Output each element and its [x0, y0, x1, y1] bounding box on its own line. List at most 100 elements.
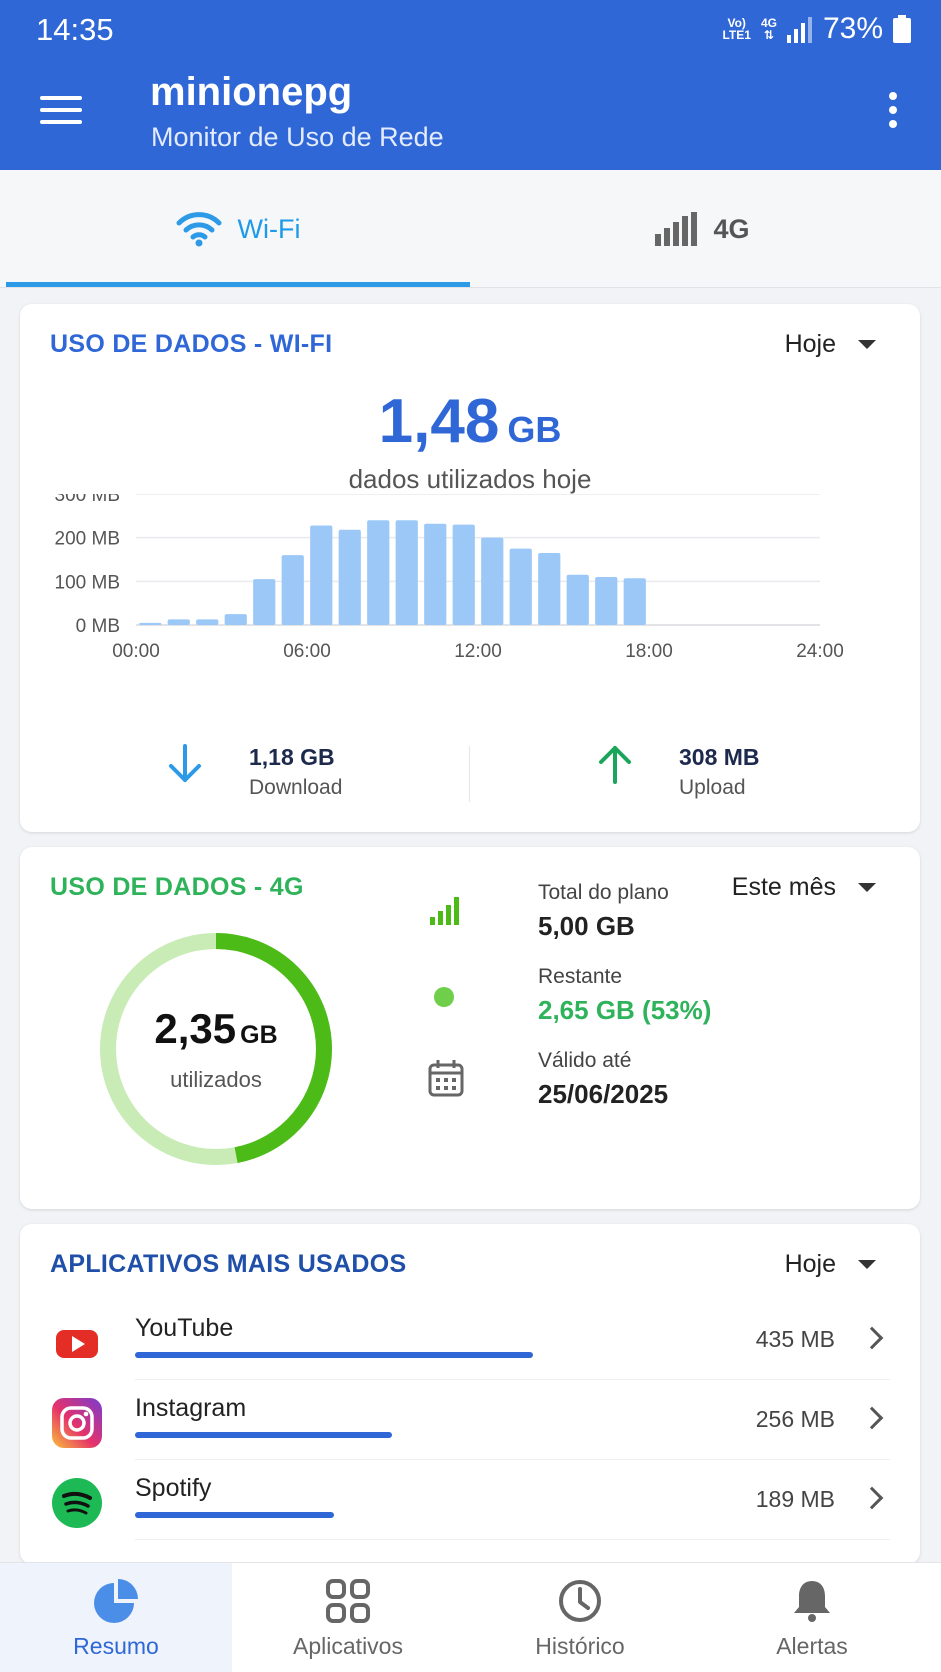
- nav-resumo[interactable]: Resumo: [0, 1563, 232, 1672]
- wifi-period-label: Hoje: [784, 330, 836, 358]
- x-tick-label: 06:00: [283, 641, 331, 662]
- nav-historico[interactable]: Histórico: [464, 1563, 696, 1672]
- y-tick-label: 100 MB: [55, 572, 120, 593]
- caret-down-icon: [858, 1260, 876, 1269]
- status-bar: 14:35 Vo) LTE1 4G ⇅ 73%: [0, 0, 941, 60]
- calendar-icon: [428, 1060, 464, 1097]
- app-size: 256 MB: [755, 1406, 835, 1432]
- tab-wifi-label: Wi-Fi: [237, 213, 301, 244]
- signal-bars-icon: [655, 212, 698, 246]
- active-tab-indicator: [6, 282, 470, 287]
- wifi-usage-card: USO DE DADOS - WI-FI Hoje 1,48 GB dados u…: [20, 304, 920, 832]
- youtube-icon: [56, 1330, 98, 1358]
- valid-until-label: Válido até: [538, 1049, 632, 1072]
- nav-label: Aplicativos: [293, 1633, 403, 1659]
- transfer-summary: 1,18 GB Download 308 MB Upload: [20, 724, 920, 814]
- chart-bar: [538, 552, 561, 625]
- app-subtitle: Monitor de Uso de Rede: [151, 122, 444, 152]
- upload-value: 308 MB: [679, 744, 760, 770]
- nav-aplicativos[interactable]: Aplicativos: [232, 1563, 464, 1672]
- tab-wifi[interactable]: Wi-Fi: [6, 170, 470, 288]
- lte-label: LTE1: [722, 28, 751, 42]
- app-usage-bar: [135, 1512, 334, 1518]
- chart-bar: [452, 524, 475, 625]
- nav-alertas[interactable]: Alertas: [696, 1563, 928, 1672]
- app-usage-bar: [135, 1432, 393, 1438]
- menu-icon[interactable]: [40, 96, 82, 126]
- chart-bar: [367, 520, 390, 625]
- status-icons: Vo) LTE1 4G ⇅ 73%: [722, 12, 911, 46]
- plan-total-label: Total do plano: [538, 881, 669, 904]
- app-row-instagram[interactable]: Instagram 256 MB: [20, 1380, 920, 1460]
- network-tabs: Wi-Fi 4G: [0, 170, 941, 288]
- battery-icon: [893, 15, 911, 43]
- remaining-value: 2,65 GB (53%): [538, 995, 712, 1025]
- tab-4g-label: 4G: [713, 213, 750, 244]
- apps-period-dropdown[interactable]: Hoje: [785, 1250, 876, 1279]
- x-tick-label: 18:00: [625, 641, 673, 662]
- signal-bars-icon: [430, 897, 459, 925]
- pie-chart-icon: [94, 1579, 138, 1623]
- upload-arrow-icon: [599, 746, 631, 784]
- spotify-icon: [52, 1478, 102, 1528]
- x-tick-label: 24:00: [796, 641, 844, 662]
- wifi-total-unit: GB: [507, 409, 562, 450]
- chart-bar: [338, 529, 361, 625]
- 4g-period-dropdown[interactable]: Este mês: [732, 873, 876, 902]
- green-dot-icon: [434, 987, 454, 1007]
- caret-down-icon: [858, 883, 876, 892]
- instagram-icon: [52, 1398, 102, 1448]
- app-title: minionepg: [150, 70, 353, 114]
- app-usage-bar: [135, 1352, 533, 1358]
- 4g-card-title: USO DE DADOS - 4G: [50, 873, 304, 901]
- chart-bar: [224, 614, 247, 625]
- signal-icon: [786, 17, 812, 43]
- nav-label: Resumo: [73, 1633, 159, 1659]
- chevron-right-icon: [860, 1486, 884, 1510]
- chart-bar: [310, 525, 333, 625]
- app-row-spotify[interactable]: Spotify 189 MB: [20, 1460, 920, 1540]
- nav-label: Histórico: [535, 1633, 625, 1659]
- chart-bar: [566, 574, 589, 625]
- 4g-used-value: 2,35: [154, 1005, 237, 1052]
- chart-bar: [167, 619, 190, 625]
- clock-icon: [559, 1580, 601, 1622]
- app-header: 14:35 Vo) LTE1 4G ⇅ 73% minionepg Monito…: [0, 0, 941, 170]
- 4g-used-total: 2,35 GB: [96, 1005, 336, 1053]
- y-tick-label: 300 MB: [55, 494, 120, 506]
- app-size: 435 MB: [755, 1326, 835, 1352]
- chevron-right-icon: [860, 1326, 884, 1350]
- app-row-youtube[interactable]: YouTube 435 MB: [20, 1300, 920, 1380]
- download-arrow-icon: [169, 744, 201, 782]
- app-name: Instagram: [135, 1394, 247, 1422]
- chart-bar: [623, 578, 646, 625]
- row-divider: [135, 1539, 890, 1540]
- valid-until-value: 25/06/2025: [538, 1079, 669, 1109]
- wifi-icon: [176, 212, 222, 247]
- more-options-icon[interactable]: [887, 92, 899, 132]
- apps-period-label: Hoje: [784, 1250, 836, 1278]
- wifi-hourly-chart: 0 MB 100 MB 200 MB 300 MB 00:00 06:00 12:00 18:…: [55, 494, 844, 662]
- battery-percent: 73%: [822, 12, 883, 45]
- nav-label: Alertas: [776, 1633, 848, 1659]
- plan-total-value: 5,00 GB: [538, 911, 635, 941]
- chart-bar: [595, 576, 618, 625]
- top-apps-title: APLICATIVOS MAIS USADOS: [50, 1250, 407, 1278]
- chevron-right-icon: [860, 1406, 884, 1430]
- chart-bar: [509, 548, 532, 625]
- wifi-total-caption: dados utilizados hoje: [348, 464, 592, 494]
- 4g-used-unit: GB: [240, 1021, 278, 1049]
- download-value: 1,18 GB: [249, 744, 335, 770]
- x-tick-label: 12:00: [454, 641, 502, 662]
- tab-4g[interactable]: 4G: [470, 170, 935, 288]
- status-time: 14:35: [36, 12, 114, 47]
- wifi-card-title: USO DE DADOS - WI-FI: [50, 330, 333, 358]
- wifi-period-dropdown[interactable]: Hoje: [785, 330, 876, 359]
- summary-divider: [469, 746, 470, 802]
- data-arrows-icon: ⇅: [763, 28, 774, 42]
- chart-bar: [253, 579, 276, 625]
- app-size: 189 MB: [755, 1486, 835, 1512]
- chart-bar: [424, 523, 447, 625]
- x-tick-label: 00:00: [112, 641, 160, 662]
- volte-indicator: Vo) LTE1: [722, 17, 750, 41]
